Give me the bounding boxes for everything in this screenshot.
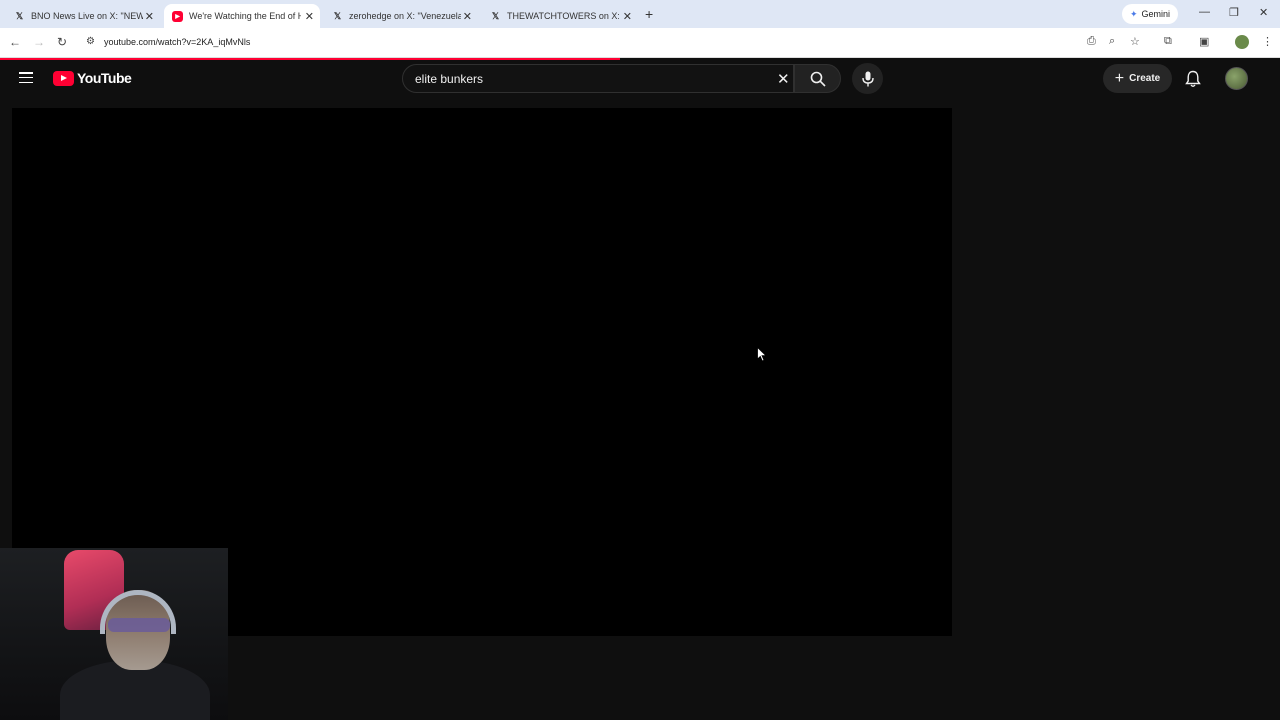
gemini-button[interactable]: ✦ Gemini	[1122, 4, 1179, 24]
bookmark-star-icon[interactable]: ☆	[1130, 35, 1140, 48]
account-avatar[interactable]	[1225, 67, 1248, 90]
install-app-icon[interactable]: ⎙	[1087, 35, 1096, 48]
address-bar[interactable]: youtube.com/watch?v=2KA_iqMvNls	[104, 37, 250, 47]
extensions-icon[interactable]: ⧉	[1164, 35, 1172, 48]
tab-title: We're Watching the End of Hur	[189, 11, 301, 21]
browser-tab-strip: 𝕏 BNO News Live on X: "NEW: Tru ✕ ▶ We'r…	[0, 0, 1280, 28]
x-logo-icon: 𝕏	[491, 10, 500, 21]
youtube-play-icon	[53, 70, 74, 86]
tab-zerohedge[interactable]: 𝕏 zerohedge on X: "Venezuela, Sl ✕	[324, 4, 478, 28]
tab-bno-news[interactable]: 𝕏 BNO News Live on X: "NEW: Tru ✕	[6, 4, 160, 28]
reload-icon[interactable]: ↻	[57, 35, 67, 49]
minimize-icon[interactable]: —	[1199, 6, 1210, 18]
clear-search-icon[interactable]: ✕	[777, 70, 790, 88]
tab-close-icon[interactable]: ✕	[145, 10, 154, 23]
microphone-icon	[861, 71, 874, 86]
back-icon[interactable]: ←	[9, 35, 21, 49]
new-tab-icon[interactable]: +	[645, 6, 653, 22]
youtube-icon: ▶	[172, 10, 183, 22]
voice-search-button[interactable]	[852, 63, 883, 94]
youtube-logo[interactable]: YouTube	[53, 70, 132, 86]
mouse-cursor-icon	[757, 347, 767, 362]
site-settings-icon[interactable]: ⚙	[86, 36, 95, 47]
gemini-label: Gemini	[1141, 9, 1171, 19]
create-label: Create	[1129, 73, 1161, 84]
gemini-icon: ✦	[1130, 8, 1138, 19]
tab-title: zerohedge on X: "Venezuela, Sl	[349, 11, 461, 21]
tab-close-icon[interactable]: ✕	[623, 10, 632, 23]
notifications-bell-icon[interactable]	[1185, 70, 1201, 88]
search-input[interactable]: elite bunkers	[415, 72, 483, 86]
zoom-icon[interactable]: ⌕	[1109, 35, 1115, 48]
tab-close-icon[interactable]: ✕	[305, 10, 314, 23]
x-logo-icon: 𝕏	[333, 10, 342, 21]
hamburger-menu-icon[interactable]	[19, 72, 33, 83]
youtube-header: YouTube elite bunkers ✕ + Create	[0, 60, 1280, 100]
plus-icon: +	[1114, 69, 1125, 87]
restore-icon[interactable]: ❐	[1229, 6, 1239, 19]
browser-menu-icon[interactable]: ⋮	[1262, 35, 1273, 48]
search-box[interactable]: elite bunkers ✕	[402, 64, 794, 93]
webcam-overlay	[0, 548, 228, 720]
side-panel-icon[interactable]: ▣	[1199, 35, 1209, 48]
search-icon	[810, 71, 826, 87]
search-button[interactable]	[794, 64, 841, 93]
forward-icon[interactable]: →	[33, 35, 45, 49]
tab-watchtowers[interactable]: 𝕏 THEWATCHTOWERS on X: "IT K ✕	[482, 4, 638, 28]
browser-toolbar: ← → ↻ ⚙ youtube.com/watch?v=2KA_iqMvNls …	[0, 28, 1280, 58]
webcam-glasses	[108, 618, 170, 632]
x-logo-icon: 𝕏	[15, 10, 24, 21]
tab-title: THEWATCHTOWERS on X: "IT K	[507, 11, 619, 21]
video-info-area	[228, 636, 1280, 720]
close-window-icon[interactable]: ✕	[1259, 6, 1268, 19]
youtube-logo-text: YouTube	[77, 70, 132, 86]
create-button[interactable]: + Create	[1103, 64, 1172, 93]
browser-profile-avatar[interactable]	[1235, 35, 1249, 49]
tab-title: BNO News Live on X: "NEW: Tru	[31, 11, 143, 21]
tab-close-icon[interactable]: ✕	[463, 10, 472, 23]
tab-youtube[interactable]: ▶ We're Watching the End of Hur ✕	[164, 4, 320, 28]
